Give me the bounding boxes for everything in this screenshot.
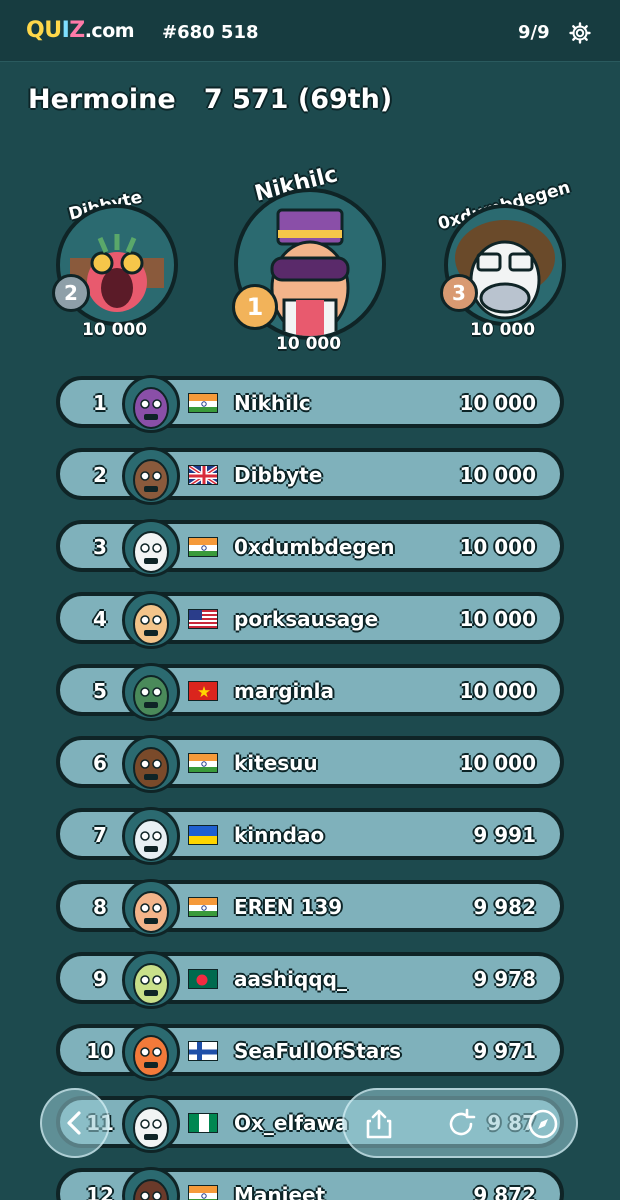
row-player-name: kinndao bbox=[234, 823, 325, 847]
row-player-name: 0xdumbdegen bbox=[234, 535, 395, 559]
row-score: 10 000 bbox=[459, 751, 536, 775]
podium-second[interactable]: Dibbyte 2 10 000 bbox=[48, 187, 188, 360]
row-player-name: Manjeet bbox=[234, 1183, 326, 1200]
player-name: Hermoine bbox=[28, 84, 176, 115]
share-icon[interactable] bbox=[362, 1107, 396, 1141]
medal-first: 1 bbox=[232, 284, 278, 330]
leaderboard-row[interactable]: 7 kinndao 9 991 bbox=[56, 807, 564, 865]
avatar bbox=[122, 807, 180, 865]
flag-icon bbox=[188, 609, 218, 629]
flag-icon bbox=[188, 897, 218, 917]
row-player-name: SeaFullOfStars bbox=[234, 1039, 402, 1063]
podium-score: 10 000 bbox=[276, 334, 342, 354]
row-score: 10 000 bbox=[459, 607, 536, 631]
medal-second: 2 bbox=[52, 274, 90, 312]
game-id: #680 518 bbox=[162, 22, 259, 43]
flag-icon bbox=[188, 969, 218, 989]
row-player-name: kitesuu bbox=[234, 751, 318, 775]
quiz-logo[interactable]: QUIZ.com bbox=[26, 18, 135, 43]
medal-number: 2 bbox=[64, 281, 78, 305]
medal-number: 3 bbox=[452, 281, 466, 305]
flag-icon bbox=[188, 465, 218, 485]
flag-icon bbox=[188, 537, 218, 557]
logo-part: .com bbox=[84, 20, 135, 42]
flag-icon bbox=[188, 753, 218, 773]
round-counter: 9/9 bbox=[518, 22, 550, 43]
avatar bbox=[122, 591, 180, 649]
flag-icon bbox=[188, 1113, 218, 1133]
avatar bbox=[122, 1095, 180, 1153]
chevron-left-icon bbox=[67, 1111, 81, 1135]
leaderboard-row[interactable]: 6 kitesuu 10 000 bbox=[56, 735, 564, 793]
row-player-name: porksausage bbox=[234, 607, 379, 631]
player-summary: Hermoine 7 571 (69th) bbox=[28, 84, 392, 115]
leaderboard-row[interactable]: 8 EREN 139 9 982 bbox=[56, 879, 564, 937]
row-player-name: marginla bbox=[234, 679, 334, 703]
row-score: 10 000 bbox=[459, 391, 536, 415]
avatar bbox=[122, 1023, 180, 1081]
leaderboard-row[interactable]: 12 Manjeet 9 872 bbox=[56, 1167, 564, 1200]
player-rank: (69th) bbox=[297, 84, 393, 115]
row-player-name: EREN 139 bbox=[234, 895, 343, 919]
leaderboard-row[interactable]: 5 marginla 10 000 bbox=[56, 663, 564, 721]
leaderboard-row[interactable]: 2 Dibbyte 10 000 bbox=[56, 447, 564, 505]
row-player-name: Nikhilc bbox=[234, 391, 311, 415]
row-score: 9 991 bbox=[473, 823, 536, 847]
podium-first[interactable]: Nikhilc 1 10 000 bbox=[232, 162, 388, 362]
leaderboard-row[interactable]: 9 aashiqqq_ 9 978 bbox=[56, 951, 564, 1009]
row-score: 10 000 bbox=[459, 463, 536, 487]
avatar bbox=[122, 375, 180, 433]
medal-third: 3 bbox=[440, 274, 478, 312]
avatar bbox=[122, 879, 180, 937]
podium-score: 10 000 bbox=[82, 320, 148, 340]
player-score: 7 571 bbox=[203, 84, 289, 115]
gear-icon[interactable] bbox=[568, 21, 592, 45]
avatar bbox=[122, 519, 180, 577]
row-score: 10 000 bbox=[459, 679, 536, 703]
row-player-name: Dibbyte bbox=[234, 463, 323, 487]
logo-part: Z bbox=[69, 18, 85, 43]
row-player-name: aashiqqq_ bbox=[234, 967, 347, 991]
avatar bbox=[122, 951, 180, 1009]
podium-third[interactable]: 0xdumbdegen 3 10 000 bbox=[436, 178, 586, 360]
row-score: 10 000 bbox=[459, 535, 536, 559]
avatar bbox=[122, 663, 180, 721]
flag-icon bbox=[188, 1185, 218, 1200]
row-score: 9 978 bbox=[473, 967, 536, 991]
row-score: 9 982 bbox=[473, 895, 536, 919]
back-button[interactable] bbox=[40, 1088, 110, 1158]
podium-score: 10 000 bbox=[470, 320, 536, 340]
avatar bbox=[122, 1167, 180, 1200]
flag-icon bbox=[188, 681, 218, 701]
row-score: 9 872 bbox=[473, 1183, 536, 1200]
action-bar bbox=[342, 1088, 578, 1158]
avatar bbox=[122, 735, 180, 793]
row-player-name: Ox_elfawa bbox=[234, 1111, 349, 1135]
logo-part: QU bbox=[26, 18, 62, 43]
flag-icon bbox=[188, 1041, 218, 1061]
medal-number: 1 bbox=[246, 293, 264, 321]
top-bar: QUIZ.com #680 518 9/9 bbox=[0, 0, 620, 62]
leaderboard-row[interactable]: 1 Nikhilc 10 000 bbox=[56, 375, 564, 433]
leaderboard-row[interactable]: 10 SeaFullOfStars 9 971 bbox=[56, 1023, 564, 1081]
leaderboard-row[interactable]: 3 0xdumbdegen 10 000 bbox=[56, 519, 564, 577]
row-score: 9 971 bbox=[473, 1039, 536, 1063]
leaderboard-row[interactable]: 4 porksausage 10 000 bbox=[56, 591, 564, 649]
avatar bbox=[122, 447, 180, 505]
flag-icon bbox=[188, 393, 218, 413]
compass-icon[interactable] bbox=[526, 1107, 560, 1141]
flag-icon bbox=[188, 825, 218, 845]
replay-icon[interactable] bbox=[444, 1107, 478, 1141]
